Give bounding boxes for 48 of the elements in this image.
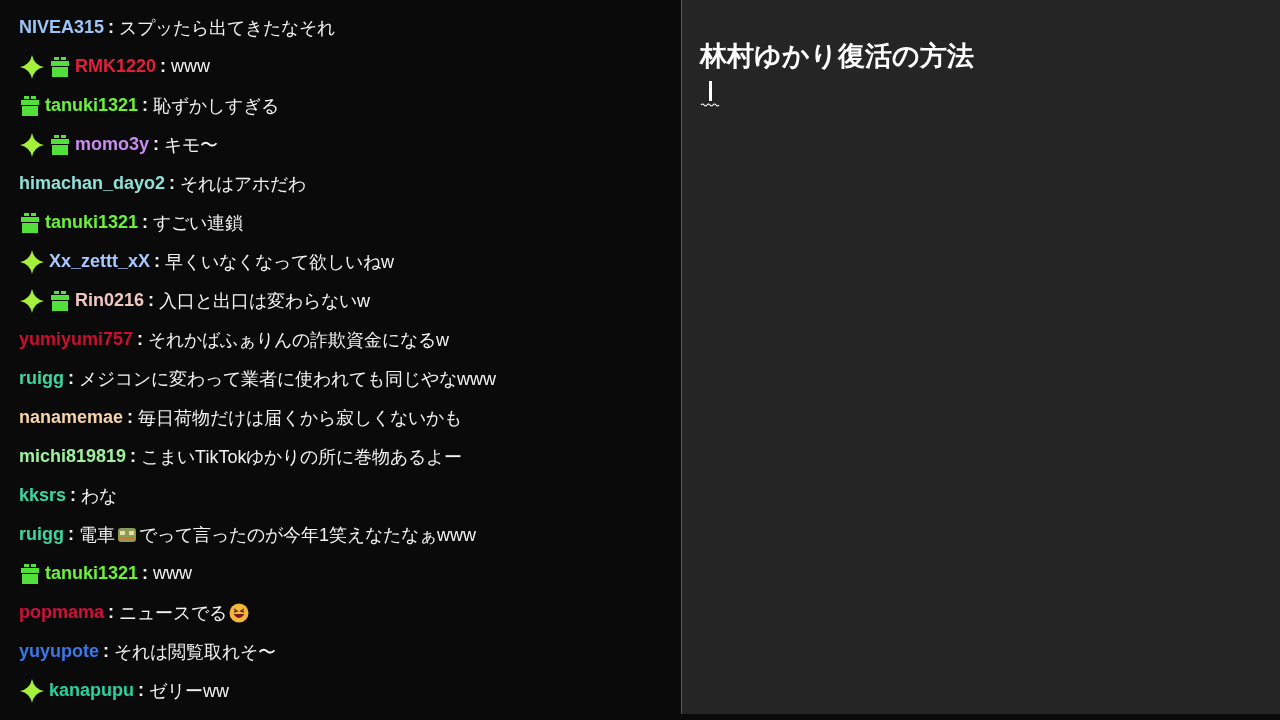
chat-username[interactable]: RMK1220: [75, 56, 157, 77]
chat-username[interactable]: michi819819: [19, 446, 127, 467]
chat-message: : www: [160, 56, 211, 77]
train-emoji-icon: [117, 525, 137, 544]
gift-icon: [19, 94, 41, 117]
gift-icon: [19, 211, 41, 234]
chat-message: : キモ〜: [153, 133, 219, 157]
laughing-emoji-icon: [229, 602, 250, 623]
chat-username[interactable]: momo3y: [75, 134, 150, 155]
chat-username[interactable]: tanuki1321: [45, 95, 139, 116]
chat-message: : それはアホだわ: [169, 172, 307, 196]
chat-username[interactable]: kanapupu: [49, 680, 134, 701]
chat-username[interactable]: ruigg: [19, 368, 64, 389]
chat-username[interactable]: nanamemae: [19, 407, 124, 428]
chat-username[interactable]: NIVEA315: [19, 17, 105, 38]
chat-message: : こまいTikTokゆかりの所に巻物あるよー: [130, 445, 463, 469]
chat-username[interactable]: yuyupote: [19, 641, 99, 662]
chat-username[interactable]: tanuki1321: [45, 212, 139, 233]
chat-message: : メジコンに変わって業者に使われても同じやなwww: [68, 367, 496, 391]
chat-username[interactable]: tanuki1321: [45, 563, 139, 584]
chat-message: : 毎日荷物だけは届くから寂しくないかも: [127, 406, 463, 430]
sparkle-icon: [19, 53, 45, 80]
chat-username[interactable]: kksrs: [19, 485, 67, 506]
chat-message: : 電車 でって言ったのが今年1笑えなたなぁwww: [68, 523, 476, 547]
chat-username[interactable]: himachan_dayo2: [19, 173, 166, 194]
chat-message: : スプッたら出てきたなそれ: [108, 16, 336, 40]
sparkle-icon: [19, 677, 45, 704]
sparkle-icon: [19, 287, 45, 314]
chat-message: : 恥ずかしすぎる: [142, 94, 280, 118]
chat-message: : www: [142, 563, 193, 584]
gift-icon: [49, 55, 71, 78]
chat-message: : 早くいなくなって欲しいねw: [154, 250, 395, 274]
chat-username[interactable]: popmama: [19, 602, 105, 623]
chat-message: : ゼリーww: [138, 679, 229, 703]
chat-username[interactable]: Rin0216: [75, 290, 145, 311]
chat-message: : すごい連鎖: [142, 211, 244, 235]
chat-message: : ニュースでる: [108, 600, 250, 625]
chat-message: : それは閲覧取れそ〜: [103, 640, 276, 664]
gift-icon: [19, 562, 41, 585]
gift-icon: [49, 133, 71, 156]
sparkle-icon: [19, 131, 45, 158]
chat-username[interactable]: ruigg: [19, 524, 64, 545]
chat-message: : 入口と出口は変わらないw: [148, 289, 371, 313]
chat-message: : それかばふぁりんの詐欺資金になるw: [137, 328, 450, 352]
document-title: 林村ゆかり復活の方法: [700, 40, 975, 73]
gift-icon: [49, 289, 71, 312]
chat-username[interactable]: Xx_zettt_xX: [49, 251, 151, 272]
chat-message: : わな: [70, 484, 118, 508]
